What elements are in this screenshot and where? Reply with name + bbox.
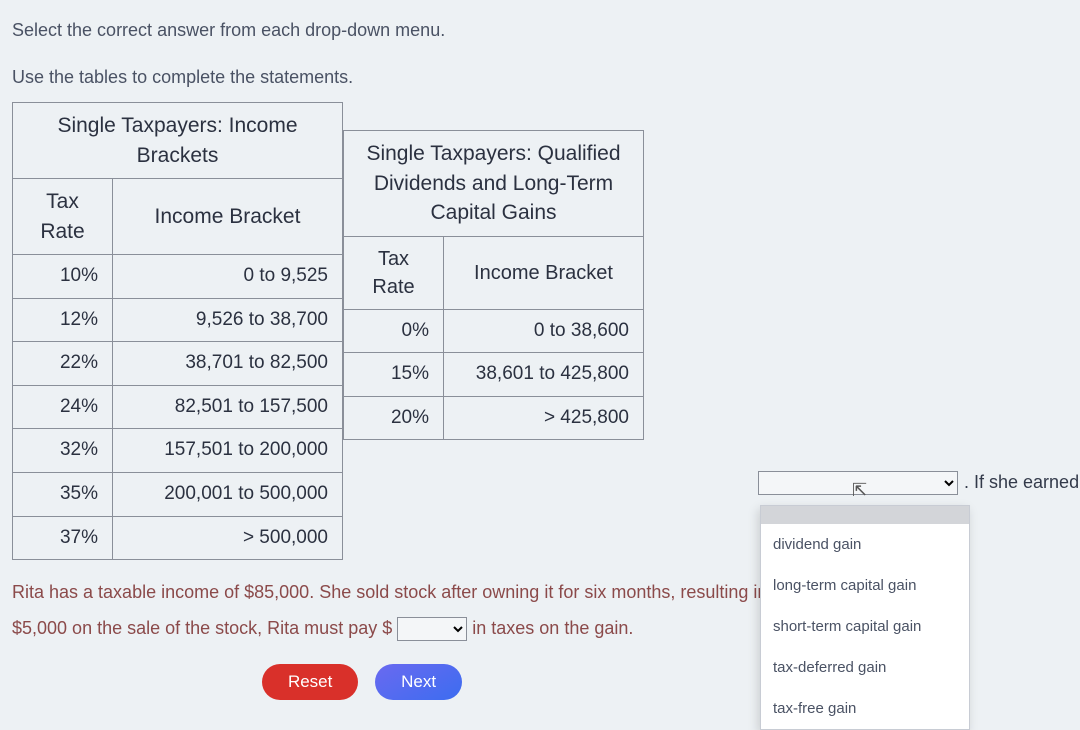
table-row: 0%0 to 38,600 [344, 309, 644, 353]
table2-caption: Single Taxpayers: Qualified Dividends an… [343, 130, 644, 235]
cell: 12% [13, 298, 113, 342]
instruction-text: Select the correct answer from each drop… [12, 18, 1068, 43]
cell: 0 to 38,600 [444, 309, 644, 353]
button-row: Reset Next [12, 664, 712, 700]
reset-button[interactable]: Reset [262, 664, 358, 700]
cell: > 425,800 [444, 396, 644, 440]
table2-header-row: Tax Rate Income Bracket [344, 236, 644, 309]
table-row: 37%> 500,000 [13, 516, 343, 560]
table-row: 20%> 425,800 [344, 396, 644, 440]
table1-header-row: Tax Rate Income Bracket [13, 179, 343, 255]
capital-gains-table: Single Taxpayers: Qualified Dividends an… [343, 130, 644, 440]
table2-header-bracket: Income Bracket [444, 236, 644, 309]
cell: 0 to 9,525 [113, 254, 343, 298]
tax-amount-select[interactable] [397, 617, 467, 641]
subtitle-text: Use the tables to complete the statement… [12, 65, 1068, 90]
table-row: 24%82,501 to 157,500 [13, 385, 343, 429]
cell: 9,526 to 38,700 [113, 298, 343, 342]
dropdown-option[interactable]: tax-deferred gain [761, 647, 969, 688]
cell: > 500,000 [113, 516, 343, 560]
table2-header-rate: Tax Rate [344, 236, 444, 309]
cell: 32% [13, 429, 113, 473]
cell: 35% [13, 472, 113, 516]
statement-part1: Rita has a taxable income of $85,000. Sh… [12, 582, 782, 602]
next-button[interactable]: Next [375, 664, 462, 700]
cell: 38,601 to 425,800 [444, 353, 644, 397]
table1-header-bracket: Income Bracket [113, 179, 343, 255]
table-row: 10%0 to 9,525 [13, 254, 343, 298]
cell: 38,701 to 82,500 [113, 342, 343, 386]
cell: 24% [13, 385, 113, 429]
cell: 0% [344, 309, 444, 353]
cell: 20% [344, 396, 444, 440]
table1-header-rate: Tax Rate [13, 179, 113, 255]
table1-caption: Single Taxpayers: Income Brackets [12, 102, 343, 178]
statement-part2-prefix: $5,000 on the sale of the stock, Rita mu… [12, 618, 392, 638]
dropdown-option[interactable]: tax-free gain [761, 688, 969, 729]
statement-after-dd1: . If she earned [964, 470, 1079, 495]
cell: 15% [344, 353, 444, 397]
dropdown-option[interactable]: short-term capital gain [761, 606, 969, 647]
cell: 37% [13, 516, 113, 560]
table-row: 35%200,001 to 500,000 [13, 472, 343, 516]
cell: 200,001 to 500,000 [113, 472, 343, 516]
statement-part2-suffix: in taxes on the gain. [472, 618, 633, 638]
income-brackets-table: Single Taxpayers: Income Brackets Tax Ra… [12, 102, 343, 560]
gain-type-dropdown-menu: dividend gain long-term capital gain sho… [760, 505, 970, 730]
table-row: 15%38,601 to 425,800 [344, 353, 644, 397]
dropdown-option[interactable]: long-term capital gain [761, 565, 969, 606]
cell: 82,501 to 157,500 [113, 385, 343, 429]
table-row: 22%38,701 to 82,500 [13, 342, 343, 386]
dropdown-option[interactable]: dividend gain [761, 524, 969, 565]
cell: 22% [13, 342, 113, 386]
table-row: 32%157,501 to 200,000 [13, 429, 343, 473]
dropdown-spacer [761, 506, 969, 524]
gain-type-select[interactable] [758, 471, 958, 495]
cell: 157,501 to 200,000 [113, 429, 343, 473]
table-row: 12%9,526 to 38,700 [13, 298, 343, 342]
cell: 10% [13, 254, 113, 298]
